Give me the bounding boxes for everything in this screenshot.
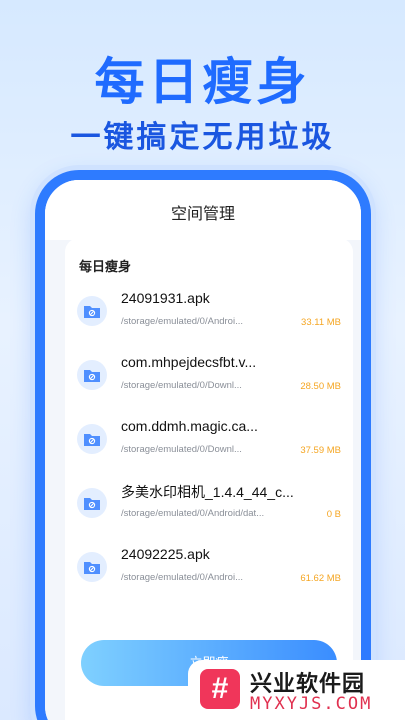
file-size: 0 B (326, 509, 341, 520)
list-item[interactable]: 多美水印相机_1.4.4_44_c... /storage/emulated/0… (65, 472, 353, 534)
folder-icon (77, 360, 107, 390)
file-path: /storage/emulated/0/Androi... (121, 316, 243, 327)
hero-subtitle: 一键搞定无用垃圾 (70, 120, 335, 155)
folder-icon (77, 488, 107, 518)
phone-frame: 空间管理 每日瘦身 24091931.apk /storage/emulated… (35, 170, 371, 720)
list-item[interactable]: 24091931.apk /storage/emulated/0/Androi.… (65, 280, 353, 342)
app-screen: 空间管理 每日瘦身 24091931.apk /storage/emulated… (45, 180, 361, 720)
file-path: /storage/emulated/0/Androi... (121, 572, 243, 583)
file-path: /storage/emulated/0/Android/dat... (121, 508, 265, 519)
file-size: 37.59 MB (300, 445, 341, 456)
watermark-badge: # 兴业软件园 MYXYJS.COM (188, 660, 405, 720)
card-title: 每日瘦身 (79, 259, 132, 274)
file-name: com.mhpejdecsfbt.v... (121, 354, 257, 370)
folder-icon (77, 552, 107, 582)
file-path: /storage/emulated/0/Downl... (121, 444, 242, 455)
folder-icon (77, 296, 107, 326)
hero-title: 每日瘦身 (94, 53, 311, 111)
folder-icon (77, 424, 107, 454)
list-item[interactable]: 24092225.apk /storage/emulated/0/Androi.… (65, 536, 353, 598)
file-size: 33.11 MB (301, 317, 341, 328)
watermark-url: MYXYJS.COM (250, 694, 373, 714)
list-item[interactable]: com.ddmh.magic.ca... /storage/emulated/0… (65, 408, 353, 470)
file-size: 61.62 MB (300, 573, 341, 584)
screen-header: 空间管理 (45, 180, 361, 240)
list-item[interactable]: com.mhpejdecsfbt.v... /storage/emulated/… (65, 344, 353, 406)
file-path: /storage/emulated/0/Downl... (121, 380, 242, 391)
file-name: com.ddmh.magic.ca... (121, 418, 258, 434)
page-title: 空间管理 (170, 206, 235, 223)
file-name: 24091931.apk (121, 290, 210, 306)
file-name: 24092225.apk (121, 546, 210, 562)
watermark-logo: # (200, 669, 240, 709)
file-list-card: 每日瘦身 24091931.apk /storage/emulated/0/An… (65, 238, 353, 720)
file-size: 28.50 MB (300, 381, 341, 392)
file-name: 多美水印相机_1.4.4_44_c... (121, 484, 294, 500)
